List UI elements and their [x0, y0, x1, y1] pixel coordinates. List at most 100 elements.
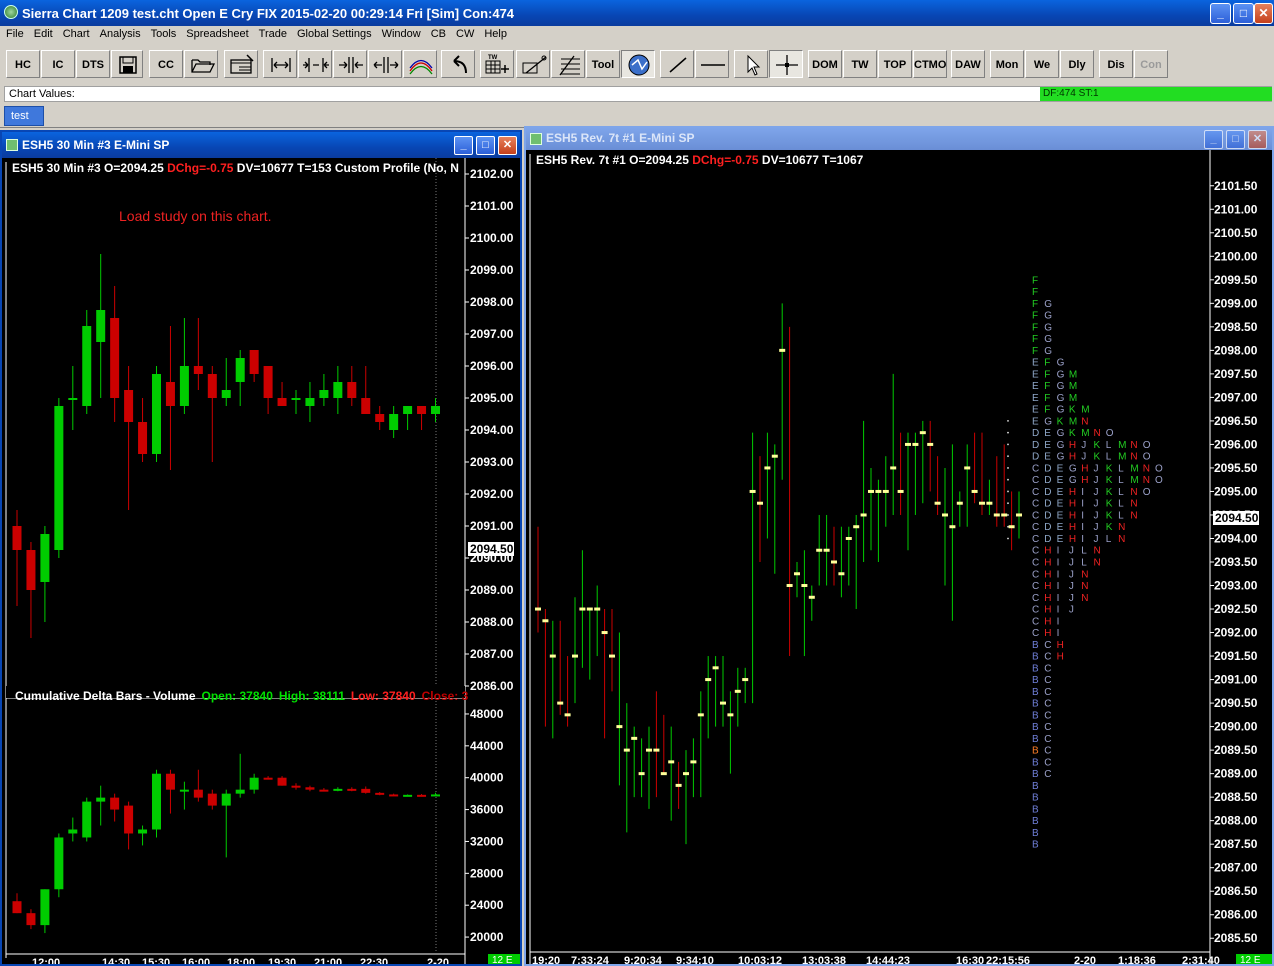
profile-row: DEGKMNO [1032, 428, 1114, 439]
rev-price-axis-tick: 2095.00 [1214, 484, 1258, 498]
rev-price-axis-tick: 2098.00 [1214, 343, 1258, 357]
price-bar [816, 514, 823, 586]
scale-horizontal-button[interactable] [263, 50, 297, 78]
fibonacci-button[interactable] [551, 50, 585, 78]
profile-row: DEGHJKLMNO [1032, 440, 1151, 451]
chart-globe-icon [628, 54, 650, 76]
chart-window-30min[interactable]: ESH5 30 Min #3 E-Mini SP _ □ ✕ ESH5 30 M… [0, 130, 522, 966]
close-button[interactable]: ✕ [1254, 3, 1273, 24]
svg-text:TW: TW [488, 55, 498, 61]
chart-area-30min[interactable]: ESH5 30 Min #3 O=2094.25 DChg=-0.75 DV=1… [2, 158, 520, 964]
chart-window-rev7t[interactable]: ESH5 Rev. 7t #1 E-Mini SP _ □ ✕ ESH5 Rev… [524, 126, 1274, 966]
minimize-button[interactable]: _ [1210, 3, 1231, 24]
menu-analysis[interactable]: Analysis [96, 26, 147, 40]
undo-button[interactable] [441, 50, 475, 78]
rev-price-axis-tick: 2099.50 [1214, 273, 1258, 287]
data-feed-status: DF:474 ST:1 [1040, 87, 1272, 101]
menu-tools[interactable]: Tools [147, 26, 183, 40]
chartbook-tab-strip: test [0, 104, 1274, 128]
profile-dot [1007, 443, 1009, 446]
price-candle [263, 366, 273, 414]
mon-button[interactable]: Mon [990, 50, 1024, 78]
tw-button[interactable]: TW [843, 50, 877, 78]
time-axis-label: 16:00 [182, 957, 210, 964]
daw-button[interactable]: DAW [951, 50, 985, 78]
chart-header-text: ESH5 30 Min #3 O=2094.25 DChg=-0.75 DV=1… [12, 161, 459, 175]
delta-candle [138, 825, 148, 846]
crosshair-button[interactable] [769, 50, 803, 78]
profile-dot [1007, 478, 1009, 481]
menu-cb[interactable]: CB [427, 26, 452, 40]
profile-row: CHIJN [1032, 569, 1088, 580]
menu-chart[interactable]: Chart [59, 26, 96, 40]
compress-horizontal-button[interactable] [298, 50, 332, 78]
tab-test[interactable]: test [4, 106, 44, 126]
price-candle [165, 326, 175, 470]
menu-file[interactable]: File [2, 26, 30, 40]
delta-candle [305, 785, 315, 792]
dis-button[interactable]: Dis [1099, 50, 1133, 78]
price-bar [1001, 444, 1008, 527]
delta-candle [333, 787, 343, 792]
tick-window-button[interactable]: TW [480, 50, 514, 78]
menu-global-settings[interactable]: Global Settings [293, 26, 378, 40]
save-icon [119, 56, 137, 74]
horizontal-line-button[interactable] [695, 50, 729, 78]
pointer-button[interactable] [734, 50, 768, 78]
chart-maximize-button[interactable]: □ [476, 136, 495, 155]
ctmo-button[interactable]: CTMO [913, 50, 947, 78]
open-button[interactable] [184, 50, 218, 78]
chart-close-button[interactable]: ✕ [498, 136, 517, 155]
price-candle [193, 318, 203, 390]
bar-expand-button[interactable] [368, 50, 402, 78]
top-button[interactable]: TOP [878, 50, 912, 78]
bar-spacing-button[interactable] [333, 50, 367, 78]
chart-rev-maximize-button[interactable]: □ [1226, 130, 1245, 149]
window-settings-icon [230, 54, 254, 74]
price-bar [675, 761, 682, 809]
chart-type-button[interactable] [621, 50, 655, 78]
dom-button[interactable]: DOM [808, 50, 842, 78]
tool-button[interactable]: Tool [586, 50, 620, 78]
undo-arrow-icon [453, 55, 467, 74]
save-button[interactable] [111, 50, 143, 78]
draw-tool-button[interactable] [516, 50, 550, 78]
price-bar [623, 703, 630, 833]
dts-button[interactable]: DTS [76, 50, 110, 78]
menu-edit[interactable]: Edit [30, 26, 59, 40]
chart-rev-minimize-button[interactable]: _ [1204, 130, 1223, 149]
delta-candle [40, 889, 50, 934]
price-bar [993, 456, 1000, 527]
dly-button[interactable]: Dly [1060, 50, 1094, 78]
chart-rev-header-text: ESH5 Rev. 7t #1 O=2094.25 DChg=-0.75 DV=… [536, 153, 864, 167]
price-bar [690, 738, 697, 798]
delta-axis-tick: 24000 [470, 898, 504, 912]
menu-window[interactable]: Window [378, 26, 427, 40]
price-candle [319, 374, 329, 406]
chart-settings-button[interactable] [224, 50, 258, 78]
delta-candle [179, 781, 189, 810]
chart-rev-close-button[interactable]: ✕ [1248, 130, 1267, 149]
maximize-button[interactable]: □ [1233, 3, 1254, 24]
studies-button[interactable] [403, 50, 437, 78]
con-button[interactable]: Con [1134, 50, 1168, 78]
ic-button[interactable]: IC [41, 50, 75, 78]
line-tool-button[interactable] [660, 50, 694, 78]
rev-price-axis-tick: 2094.00 [1214, 531, 1258, 545]
menu-trade[interactable]: Trade [255, 26, 293, 40]
chart-window-title-rev: ESH5 Rev. 7t #1 E-Mini SP [546, 131, 695, 145]
cc-button[interactable]: CC [149, 50, 183, 78]
menu-help[interactable]: Help [480, 26, 513, 40]
price-candle [40, 526, 50, 622]
price-bar [720, 656, 726, 727]
menu-spreadsheet[interactable]: Spreadsheet [182, 26, 254, 40]
we-button[interactable]: We [1025, 50, 1059, 78]
chart-values-label: Chart Values: [9, 88, 75, 100]
menu-cw[interactable]: CW [452, 26, 480, 40]
chart-area-rev7t[interactable]: ESH5 Rev. 7t #1 O=2094.25 DChg=-0.75 DV=… [526, 150, 1272, 964]
hc-button[interactable]: HC [6, 50, 40, 78]
delta-candle [361, 786, 371, 794]
price-bar [942, 467, 948, 586]
crosshair-icon [776, 55, 798, 75]
chart-minimize-button[interactable]: _ [454, 136, 473, 155]
